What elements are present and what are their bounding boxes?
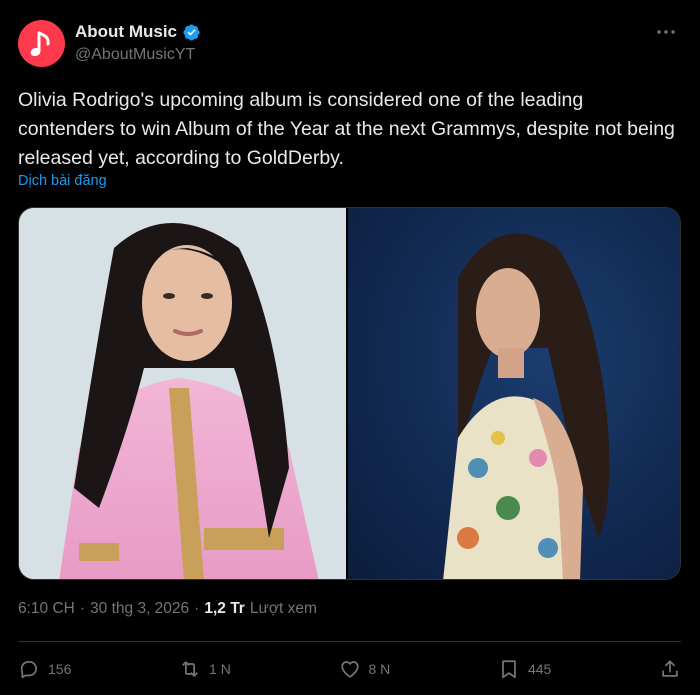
like-count: 8 N: [368, 661, 391, 677]
tweet-meta: 6:10 CH · 30 thg 3, 2026 · 1,2 Tr Lượt x…: [18, 600, 317, 618]
tweet-date[interactable]: 30 thg 3, 2026: [90, 600, 189, 618]
author-name-row[interactable]: About Music: [75, 22, 201, 42]
reply-button[interactable]: 156: [18, 658, 71, 680]
views-count: 1,2 Tr: [204, 600, 245, 617]
photo-right[interactable]: [348, 208, 680, 579]
photo-left-image: [19, 208, 346, 579]
heart-icon: [340, 661, 359, 678]
author-handle[interactable]: @AboutMusicYT: [75, 46, 195, 64]
bookmark-icon: [502, 660, 516, 679]
tweet-text: Olivia Rodrigo's upcoming album is consi…: [18, 89, 675, 169]
meta-separator: ·: [194, 600, 200, 617]
more-button[interactable]: [654, 20, 678, 44]
photo-left[interactable]: [19, 208, 348, 579]
repost-button[interactable]: 1 N: [179, 658, 231, 680]
divider: [18, 641, 681, 642]
meta-separator: ·: [79, 600, 86, 617]
like-button[interactable]: 8 N: [339, 658, 391, 680]
action-bar: 156 1 N 8 N 445: [18, 652, 681, 686]
music-note-icon: [30, 31, 50, 56]
reply-icon: [20, 660, 38, 679]
tweet: About Music @AboutMusicYT Olivia Rodrigo…: [0, 0, 700, 695]
verified-badge-icon: [183, 23, 200, 41]
author-name[interactable]: About Music: [75, 22, 177, 42]
views-label: Lượt xem: [249, 600, 317, 617]
more-horizontal-icon: [657, 30, 675, 34]
avatar[interactable]: [18, 20, 65, 67]
reply-count: 156: [48, 661, 72, 677]
photo-right-image: [443, 233, 610, 579]
translate-post-link[interactable]: Dịch bài đăng: [18, 173, 107, 189]
share-icon: [662, 660, 678, 677]
tweet-time[interactable]: 6:10 CH: [18, 600, 75, 618]
bookmark-button[interactable]: 445: [498, 658, 551, 680]
bookmark-count: 445: [527, 661, 552, 677]
media-grid[interactable]: [18, 207, 681, 580]
repost-count: 1 N: [209, 661, 231, 677]
share-button[interactable]: [659, 658, 681, 680]
repost-icon: [182, 661, 198, 677]
